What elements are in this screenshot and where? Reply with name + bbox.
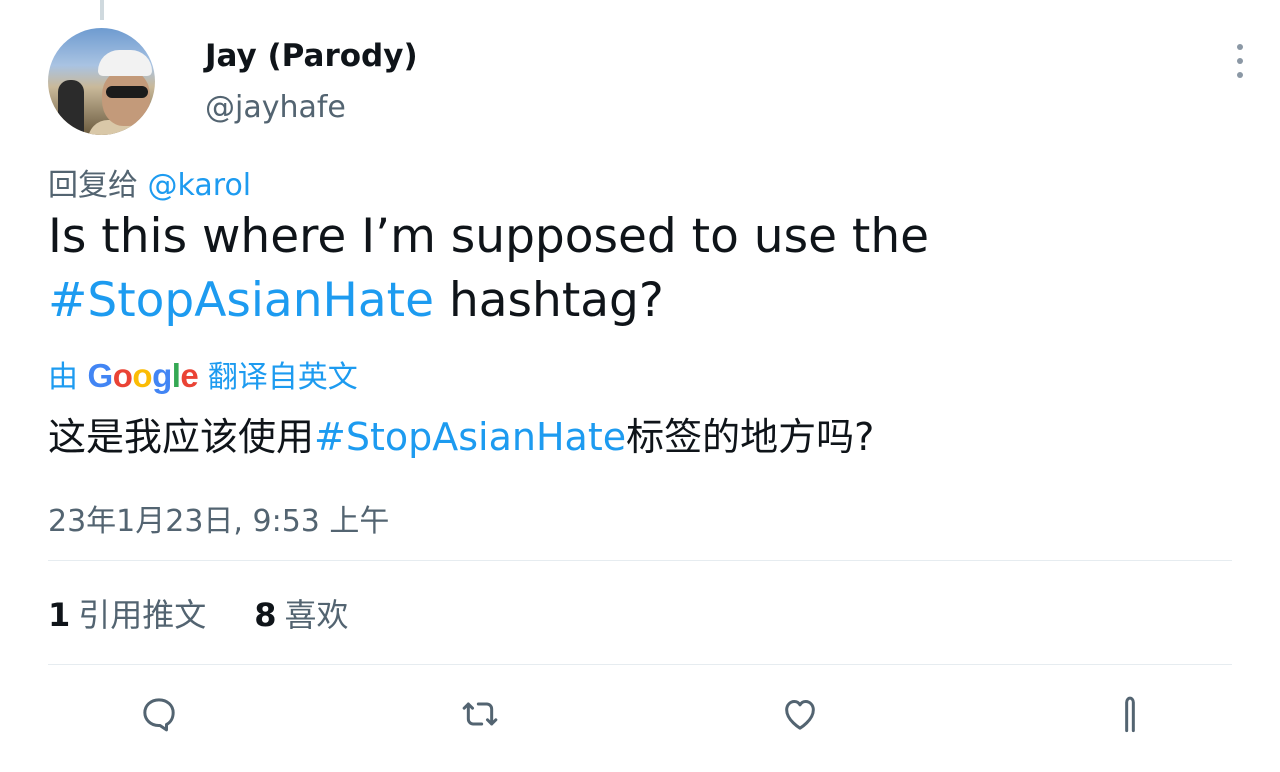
quote-tweets-stat[interactable]: 1 引用推文	[48, 590, 206, 636]
divider	[48, 560, 1232, 561]
more-dot-icon	[1237, 58, 1243, 64]
tweet-text: Is this where I’m supposed to use the #S…	[48, 205, 1048, 333]
reply-button[interactable]	[137, 692, 181, 736]
avatar-face	[102, 70, 150, 126]
quote-tweets-count: 1	[48, 596, 71, 634]
share-icon	[1125, 696, 1135, 733]
tweet-timestamp[interactable]: 23年1月23日, 9:53 上午	[48, 496, 389, 540]
heart-icon	[785, 700, 815, 730]
tweet-stats: 1 引用推文 8 喜欢	[48, 590, 349, 636]
divider	[48, 664, 1232, 665]
author-avatar[interactable]	[48, 28, 155, 135]
translated-hashtag-link[interactable]: #StopAsianHate	[314, 415, 626, 459]
avatar-cap	[98, 50, 152, 76]
translated-text-before: 这是我应该使用	[48, 415, 315, 459]
more-options-button[interactable]	[1226, 44, 1254, 78]
reply-icon	[143, 698, 175, 732]
replying-to-label: 回复给	[48, 168, 138, 203]
retweet-button[interactable]	[458, 692, 502, 736]
avatar-background-person	[58, 80, 84, 135]
thread-line	[100, 0, 104, 20]
quote-tweets-label: 引用推文	[78, 596, 207, 634]
tweet-text-after: hashtag?	[434, 273, 664, 328]
tweet-text-before: Is this where I’m supposed to use the	[48, 209, 930, 264]
translated-by-suffix: 翻译自英文	[207, 360, 358, 395]
retweet-icon	[462, 702, 498, 726]
author-display-name[interactable]: Jay (Parody)	[205, 38, 418, 74]
author-handle[interactable]: @jayhafe	[205, 90, 346, 125]
replying-to: 回复给 @karol	[48, 160, 251, 204]
translated-by-prefix: 由	[48, 360, 78, 395]
reply-mention-link[interactable]: @karol	[148, 168, 252, 203]
likes-count: 8	[254, 596, 277, 634]
more-dot-icon	[1237, 72, 1243, 78]
share-button[interactable]	[1108, 692, 1152, 736]
likes-stat[interactable]: 8 喜欢	[254, 590, 348, 636]
avatar-sunglasses	[106, 86, 148, 98]
more-dot-icon	[1237, 44, 1243, 50]
translated-text: 这是我应该使用#StopAsianHate标签的地方吗?	[48, 412, 874, 462]
translated-by-google[interactable]: 由 Google 翻译自英文	[48, 352, 358, 396]
google-logo: Google	[87, 357, 199, 394]
like-button[interactable]	[778, 692, 822, 736]
likes-label: 喜欢	[284, 596, 349, 634]
translated-text-after: 标签的地方吗?	[626, 415, 875, 459]
hashtag-link[interactable]: #StopAsianHate	[48, 273, 434, 328]
